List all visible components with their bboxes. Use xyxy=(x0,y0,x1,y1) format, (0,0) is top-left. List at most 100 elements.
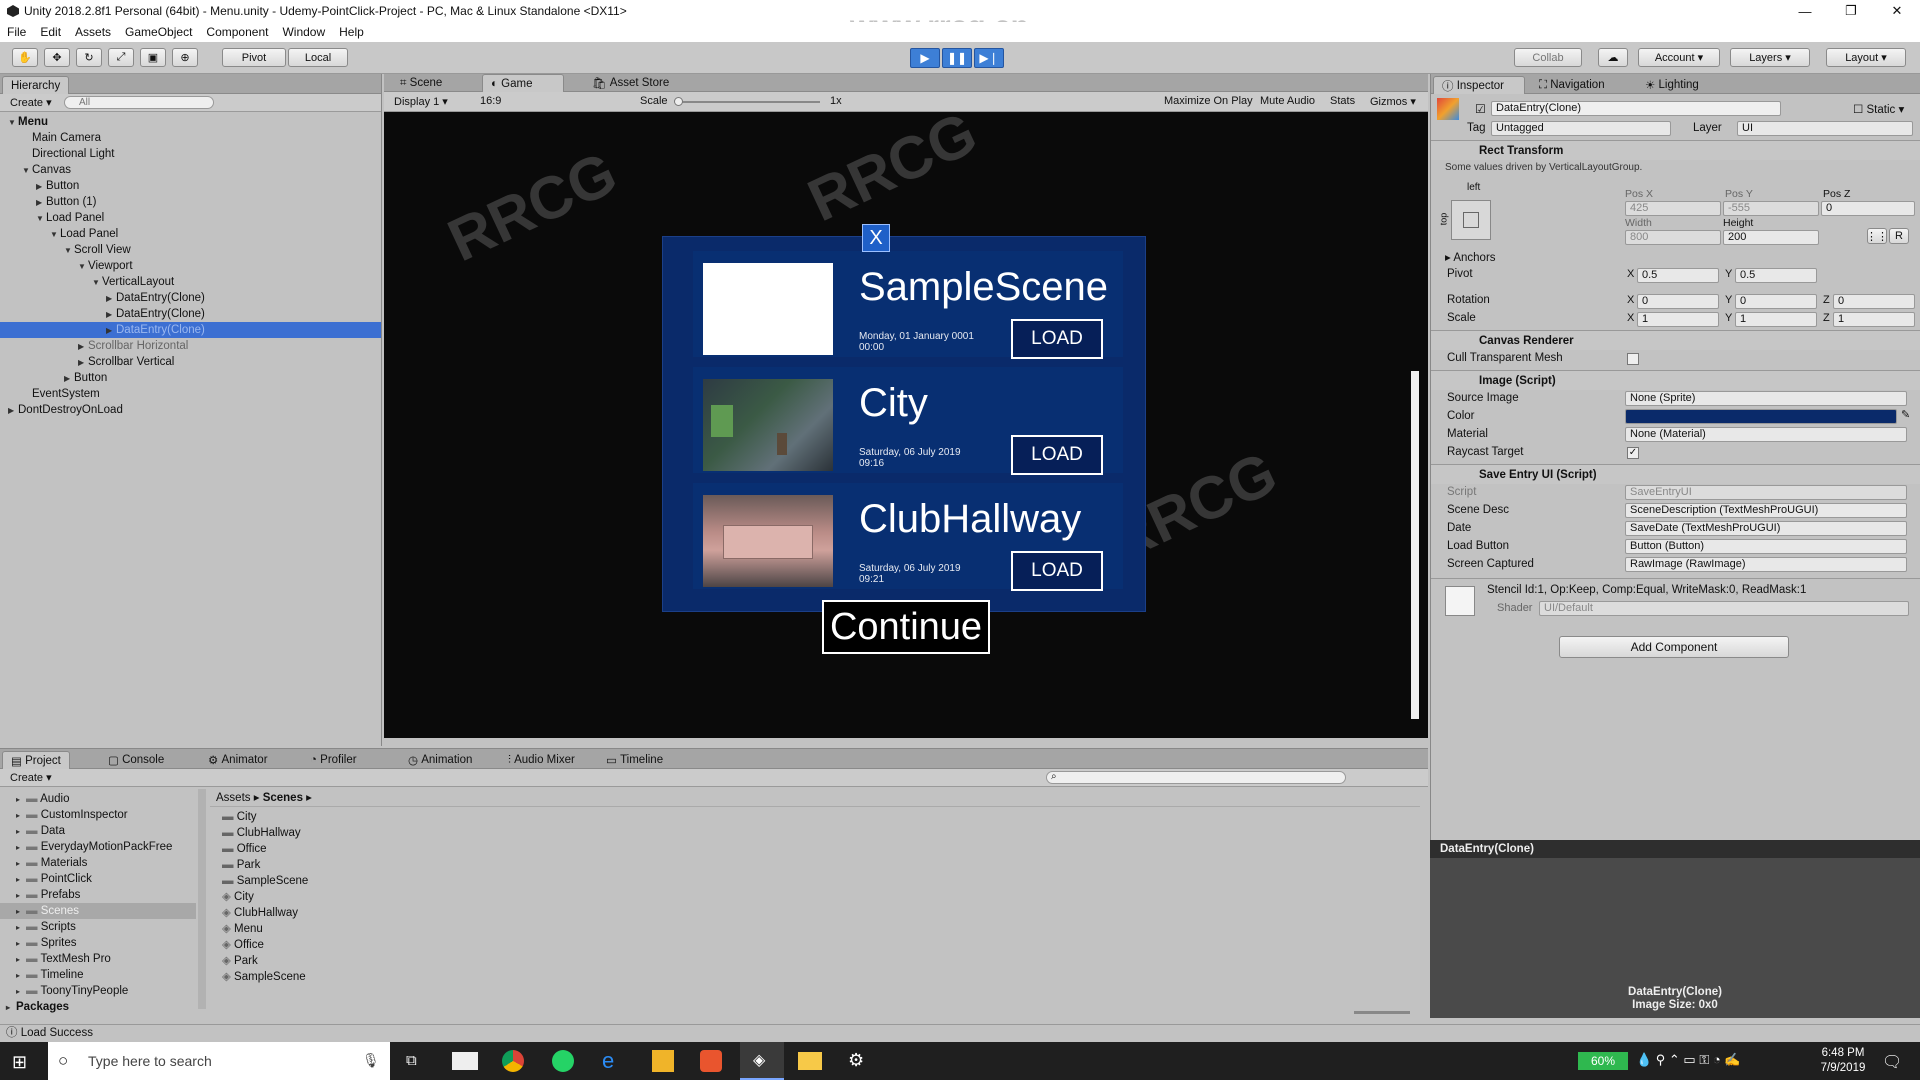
asset-scene-item[interactable]: ◈ Menu xyxy=(222,921,622,937)
pivot-toggle[interactable]: Pivot xyxy=(222,48,286,67)
hierarchy-item[interactable]: ▶ Scrollbar Horizontal xyxy=(0,338,381,354)
expand-arrow-icon[interactable]: ▶ xyxy=(36,179,46,195)
tag-dropdown[interactable]: Untagged xyxy=(1491,121,1671,136)
asset-scene-item[interactable]: ◈ SampleScene xyxy=(222,969,622,985)
close-window-icon[interactable]: ✕ xyxy=(1874,0,1920,22)
tab-hierarchy[interactable]: Hierarchy xyxy=(2,76,70,94)
mute-audio-toggle[interactable]: Mute Audio xyxy=(1260,95,1315,107)
image-script-header[interactable]: Image (Script) xyxy=(1431,370,1920,390)
breadcrumb-leaf[interactable]: Scenes xyxy=(263,792,303,804)
static-toggle[interactable]: ☐ Static ▾ xyxy=(1853,102,1904,116)
rect-transform-header[interactable]: Rect Transform xyxy=(1431,140,1920,160)
asset-folder-item[interactable]: ▬ ClubHallway xyxy=(222,825,622,841)
shader-dropdown[interactable]: UI/Default xyxy=(1539,601,1909,616)
hierarchy-item[interactable]: ▼ Scroll View xyxy=(0,242,381,258)
height-field[interactable]: 200 xyxy=(1723,230,1819,245)
hierarchy-item[interactable]: ▶ DataEntry(Clone) xyxy=(0,306,381,322)
hierarchy-item[interactable]: ▶ Scrollbar Vertical xyxy=(0,354,381,370)
scale-y-field[interactable]: 1 xyxy=(1735,312,1817,327)
folder-tree-scrollbar[interactable] xyxy=(198,789,206,1009)
anchor-preset-button[interactable] xyxy=(1451,200,1491,240)
hierarchy-item[interactable]: ▼ Viewport xyxy=(0,258,381,274)
hierarchy-item[interactable]: ▼ Menu xyxy=(0,114,381,130)
expand-arrow-icon[interactable]: ▼ xyxy=(78,259,88,275)
asset-folder-item[interactable]: ▬ SampleScene xyxy=(222,873,622,889)
continue-button[interactable]: Continue xyxy=(822,600,990,654)
expand-arrow-icon[interactable]: ▸ xyxy=(16,840,26,856)
expand-arrow-icon[interactable]: ▸ xyxy=(16,920,26,936)
hierarchy-item-selected[interactable]: ▶ DataEntry(Clone) xyxy=(0,322,381,338)
gizmos-dropdown[interactable]: Gizmos ▾ xyxy=(1370,95,1416,108)
hierarchy-item[interactable]: ▼ Load Panel xyxy=(0,210,381,226)
hierarchy-item[interactable]: Main Camera xyxy=(0,130,381,146)
store-icon[interactable] xyxy=(652,1050,674,1072)
layer-dropdown[interactable]: UI xyxy=(1737,121,1913,136)
layers-dropdown[interactable]: Layers ▾ xyxy=(1730,48,1810,67)
expand-arrow-icon[interactable]: ▸ xyxy=(16,984,26,1000)
scale-z-field[interactable]: 1 xyxy=(1833,312,1915,327)
tab-animation[interactable]: ◷ Animation xyxy=(400,751,480,769)
expand-arrow-icon[interactable]: ▸ xyxy=(16,904,26,920)
icon-size-slider[interactable] xyxy=(1354,1011,1410,1014)
menu-gameobject[interactable]: GameObject xyxy=(118,25,199,39)
menu-help[interactable]: Help xyxy=(332,25,371,39)
taskbar-search-input[interactable]: ○ Type here to search 🎙 xyxy=(48,1042,390,1080)
tab-profiler[interactable]: ◔ Profiler xyxy=(302,751,365,769)
breadcrumb-root[interactable]: Assets xyxy=(216,792,251,804)
tab-project[interactable]: ▤ Project xyxy=(2,751,70,769)
anchors-foldout[interactable]: ▸ Anchors xyxy=(1445,250,1496,264)
canvas-renderer-header[interactable]: Canvas Renderer xyxy=(1431,330,1920,350)
close-panel-button[interactable]: X xyxy=(862,224,890,252)
project-search-input[interactable]: ⌕ xyxy=(1046,771,1346,784)
folder-item[interactable]: ▸ ▬ EverydayMotionPackFree xyxy=(0,839,196,855)
menu-edit[interactable]: Edit xyxy=(33,25,68,39)
expand-arrow-icon[interactable]: ▸ xyxy=(16,968,26,984)
packages-folder[interactable]: ▸ Packages xyxy=(0,999,196,1015)
rotate-tool-icon[interactable]: ↻ xyxy=(76,48,102,67)
display-dropdown[interactable]: Display 1 ▾ xyxy=(394,95,448,108)
edge-icon[interactable]: e xyxy=(602,1050,624,1072)
expand-arrow-icon[interactable]: ▸ xyxy=(16,936,26,952)
tab-timeline[interactable]: ▭ Timeline xyxy=(598,751,671,769)
folder-item[interactable]: ▸ ▬ Scenes xyxy=(0,903,196,919)
mail-icon[interactable] xyxy=(452,1052,478,1070)
pivot-y-field[interactable]: 0.5 xyxy=(1735,268,1817,283)
folder-item[interactable]: ▸ ▬ ToonyTinyPeople xyxy=(0,983,196,999)
scale-slider-thumb[interactable] xyxy=(674,97,683,106)
collab-button[interactable]: Collab xyxy=(1514,48,1582,67)
game-view[interactable]: RRCG RRCG RRCG SampleScene Monday, 01 Ja… xyxy=(384,99,1428,738)
hierarchy-item[interactable]: ▼ Canvas xyxy=(0,162,381,178)
folder-item[interactable]: ▸ ▬ Data xyxy=(0,823,196,839)
hierarchy-create-button[interactable]: Create ▾ xyxy=(10,96,52,109)
expand-arrow-icon[interactable]: ▼ xyxy=(50,227,60,243)
tab-audio-mixer[interactable]: ⫶ Audio Mixer xyxy=(500,751,583,769)
hierarchy-item[interactable]: ▶ Button xyxy=(0,178,381,194)
hierarchy-item[interactable]: ▶ Button xyxy=(0,370,381,386)
screen-captured-field[interactable]: RawImage (RawImage) xyxy=(1625,557,1907,572)
project-create-button[interactable]: Create ▾ xyxy=(10,771,52,784)
microphone-icon[interactable]: 🎙 xyxy=(362,1052,380,1069)
scale-x-field[interactable]: 1 xyxy=(1637,312,1719,327)
expand-arrow-icon[interactable]: ▼ xyxy=(64,243,74,259)
scale-slider[interactable] xyxy=(680,101,820,103)
tab-game[interactable]: ◐ Game xyxy=(482,74,564,92)
expand-arrow-icon[interactable]: ▼ xyxy=(92,275,102,291)
rotation-z-field[interactable]: 0 xyxy=(1833,294,1915,309)
layout-dropdown[interactable]: Layout ▾ xyxy=(1826,48,1906,67)
steam-icon[interactable]: ⚙ xyxy=(848,1050,864,1071)
asset-scene-item[interactable]: ◈ Park xyxy=(222,953,622,969)
blueprint-mode-icon[interactable]: ⋮⋮ xyxy=(1866,228,1888,244)
hierarchy-item[interactable]: EventSystem xyxy=(0,386,381,402)
asset-scene-item[interactable]: ◈ ClubHallway xyxy=(222,905,622,921)
expand-arrow-icon[interactable]: ▸ xyxy=(16,856,26,872)
chrome-icon[interactable] xyxy=(502,1050,524,1072)
date-field[interactable]: SaveDate (TextMeshProUGUI) xyxy=(1625,521,1907,536)
source-image-field[interactable]: None (Sprite) xyxy=(1625,391,1907,406)
expand-arrow-icon[interactable]: ▶ xyxy=(8,403,18,419)
folder-item[interactable]: ▸ ▬ Timeline xyxy=(0,967,196,983)
expand-arrow-icon[interactable]: ▶ xyxy=(78,339,88,355)
menu-file[interactable]: File xyxy=(0,25,33,39)
load-button[interactable]: LOAD xyxy=(1011,319,1103,359)
tab-console[interactable]: ▢ Console xyxy=(100,751,172,769)
hand-tool-icon[interactable]: ✋ xyxy=(12,48,38,67)
